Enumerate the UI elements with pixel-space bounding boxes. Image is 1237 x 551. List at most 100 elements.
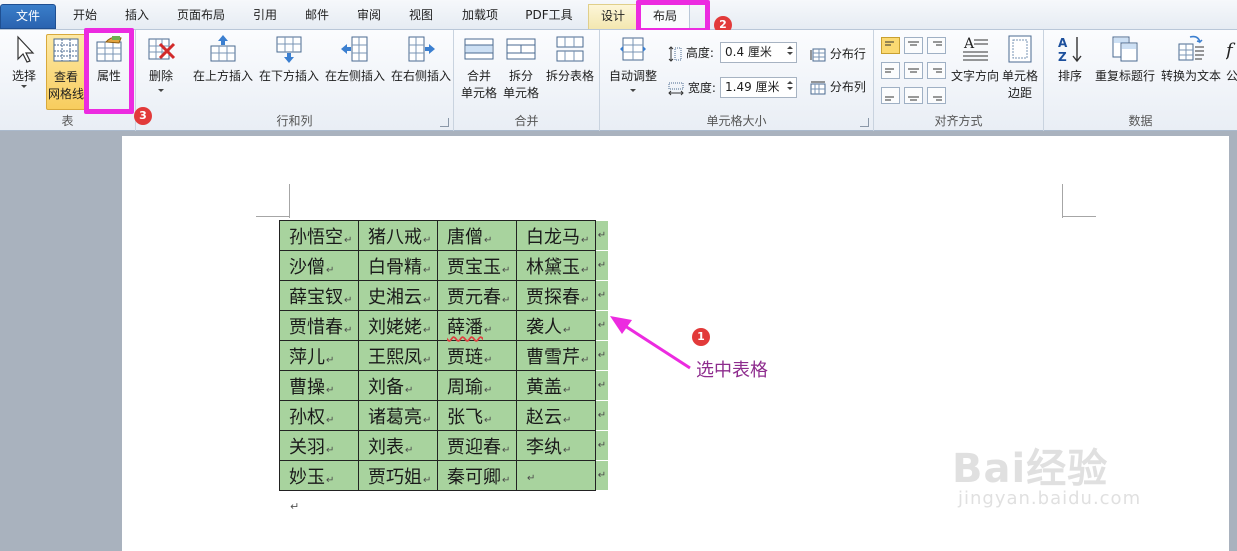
- table-cell[interactable]: 刘备↵: [358, 370, 438, 401]
- table-cell[interactable]: 贾宝玉↵: [437, 250, 517, 281]
- table-cell[interactable]: 袭人↵: [516, 310, 596, 341]
- text-direction-button[interactable]: A 文字方向: [950, 34, 1000, 94]
- split-cells-button[interactable]: 拆分 单元格: [500, 34, 542, 110]
- table-cell[interactable]: 赵云↵: [516, 400, 596, 431]
- group-merge: 合并 单元格 拆分 单元格 拆分表格 合并: [454, 30, 600, 131]
- cell-margins-button[interactable]: 单元格 边距: [1000, 34, 1040, 110]
- table-cell[interactable]: 林黛玉↵: [516, 250, 596, 281]
- cell-text: 曹雪芹: [526, 346, 580, 368]
- cell-end-mark: ↵: [484, 414, 493, 426]
- height-spinner[interactable]: [786, 44, 794, 61]
- table-cell[interactable]: 贾惜春↵: [279, 310, 359, 341]
- distribute-columns-button[interactable]: 分布列: [810, 76, 866, 98]
- table-cell[interactable]: 王熙凤↵: [358, 340, 438, 371]
- cell-end-mark: ↵: [563, 324, 572, 336]
- tab-mailings[interactable]: 邮件: [292, 4, 342, 29]
- sort-az-icon: A Z: [1058, 36, 1082, 64]
- table-cell[interactable]: 妙玉↵: [279, 460, 359, 491]
- rows-columns-launcher-icon[interactable]: [440, 118, 449, 127]
- tab-addins[interactable]: 加载项: [450, 4, 510, 29]
- gridlines-label-2: 网格线: [47, 87, 84, 101]
- autofit-button[interactable]: 自动调整: [604, 34, 662, 110]
- align-top-right-button[interactable]: [927, 37, 946, 54]
- table-cell[interactable]: 白龙马↵: [516, 220, 596, 251]
- insert-right-button[interactable]: 在右侧插入: [388, 34, 454, 110]
- tab-review[interactable]: 审阅: [344, 4, 394, 29]
- align-middle-center-button[interactable]: [904, 62, 923, 79]
- table-cell[interactable]: 贾元春↵: [437, 280, 517, 311]
- align-top-center-button[interactable]: [904, 37, 923, 54]
- tab-home[interactable]: 开始: [60, 4, 110, 29]
- width-spinner[interactable]: [786, 79, 794, 96]
- tab-page-layout[interactable]: 页面布局: [166, 4, 236, 29]
- insert-left-button[interactable]: 在左侧插入: [322, 34, 388, 110]
- align-middle-left-button[interactable]: [881, 62, 900, 79]
- table-cell[interactable]: 曹雪芹↵: [516, 340, 596, 371]
- table-cell[interactable]: 黄盖↵: [516, 370, 596, 401]
- table-cell[interactable]: 孙权↵: [279, 400, 359, 431]
- table-cell[interactable]: 李纨↵: [516, 430, 596, 461]
- table-cell[interactable]: 薛宝钗↵: [279, 280, 359, 311]
- delete-button[interactable]: 删除: [142, 34, 180, 110]
- tab-table-design[interactable]: 设计: [588, 4, 638, 29]
- insert-below-button[interactable]: 在下方插入: [256, 34, 322, 110]
- tab-pdf-tools[interactable]: PDF工具: [514, 4, 584, 29]
- distribute-rows-label: 分布行: [829, 47, 866, 61]
- convert-to-text-button[interactable]: 转换为文本: [1158, 34, 1224, 94]
- tab-insert[interactable]: 插入: [112, 4, 162, 29]
- table-cell[interactable]: 曹操↵: [279, 370, 359, 401]
- table-cell[interactable]: 张飞↵: [437, 400, 517, 431]
- table-cell[interactable]: 史湘云↵: [358, 280, 438, 311]
- properties-button[interactable]: 属性: [90, 34, 128, 110]
- table-cell[interactable]: 贾巧姐↵: [358, 460, 438, 491]
- align-bottom-right-button[interactable]: [927, 87, 946, 104]
- table-cell[interactable]: ↵: [516, 460, 596, 491]
- height-input[interactable]: 0.4 厘米: [720, 42, 797, 63]
- insert-above-button[interactable]: 在上方插入: [190, 34, 256, 110]
- table-cell[interactable]: 刘姥姥↵: [358, 310, 438, 341]
- align-middle-right-button[interactable]: [927, 62, 946, 79]
- tab-view[interactable]: 视图: [396, 4, 446, 29]
- table-cell[interactable]: 诸葛亮↵: [358, 400, 438, 431]
- merge-cells-button[interactable]: 合并 单元格: [458, 34, 500, 110]
- table-cell[interactable]: 薛潘↵: [437, 310, 517, 341]
- row-end-mark: ↵: [596, 251, 608, 280]
- table-cell[interactable]: 萍儿↵: [279, 340, 359, 371]
- selected-table[interactable]: 孙悟空↵ 猪八戒↵ 唐僧↵ 白龙马↵ 沙僧↵ 白骨精↵ 贾宝玉↵ 林黛玉↵ 薛宝钗↵ 史湘云↵ 贾元…: [279, 220, 596, 491]
- view-gridlines-button[interactable]: 查看 网格线: [46, 34, 86, 110]
- table-cell[interactable]: 贾迎春↵: [437, 430, 517, 461]
- document-area[interactable]: 孙悟空↵ 猪八戒↵ 唐僧↵ 白龙马↵ 沙僧↵ 白骨精↵ 贾宝玉↵ 林黛玉↵ 薛宝钗↵ 史湘云↵ 贾元…: [0, 132, 1237, 551]
- table-cell[interactable]: 秦可卿↵: [437, 460, 517, 491]
- cell-text: 猪八戒: [368, 226, 422, 248]
- tab-references[interactable]: 引用: [240, 4, 290, 29]
- cell-size-launcher-icon[interactable]: [860, 118, 869, 127]
- table-cell[interactable]: 刘表↵: [358, 430, 438, 461]
- table-cell[interactable]: 关羽↵: [279, 430, 359, 461]
- cell-text: 贾元春: [447, 286, 501, 308]
- cell-text: 张飞: [447, 406, 483, 428]
- cell-end-mark: ↵: [344, 324, 353, 336]
- split-table-button[interactable]: 拆分表格: [542, 34, 598, 110]
- table-cell[interactable]: 唐僧↵: [437, 220, 517, 251]
- table-cell[interactable]: 孙悟空↵: [279, 220, 359, 251]
- align-bottom-center-button[interactable]: [904, 87, 923, 104]
- sort-button[interactable]: A Z 排序: [1050, 34, 1090, 94]
- repeat-header-rows-button[interactable]: 重复标题行: [1092, 34, 1158, 94]
- cell-end-mark: ↵: [326, 384, 335, 396]
- table-cell[interactable]: 周瑜↵: [437, 370, 517, 401]
- align-bottom-left-button[interactable]: [881, 87, 900, 104]
- tab-table-layout[interactable]: 布局: [640, 4, 690, 29]
- cell-text: 刘备: [368, 376, 404, 398]
- select-button[interactable]: 选择: [6, 34, 42, 110]
- cell-text: 薛潘: [447, 316, 483, 338]
- width-input[interactable]: 1.49 厘米: [720, 77, 797, 98]
- formula-button[interactable]: f 公: [1226, 34, 1237, 94]
- table-cell[interactable]: 贾探春↵: [516, 280, 596, 311]
- table-cell[interactable]: 白骨精↵: [358, 250, 438, 281]
- table-cell[interactable]: 沙僧↵: [279, 250, 359, 281]
- align-top-left-button[interactable]: [881, 37, 900, 54]
- distribute-rows-button[interactable]: 分布行: [810, 43, 866, 65]
- table-cell[interactable]: 贾琏↵: [437, 340, 517, 371]
- tab-file[interactable]: 文件: [0, 4, 56, 29]
- table-cell[interactable]: 猪八戒↵: [358, 220, 438, 251]
